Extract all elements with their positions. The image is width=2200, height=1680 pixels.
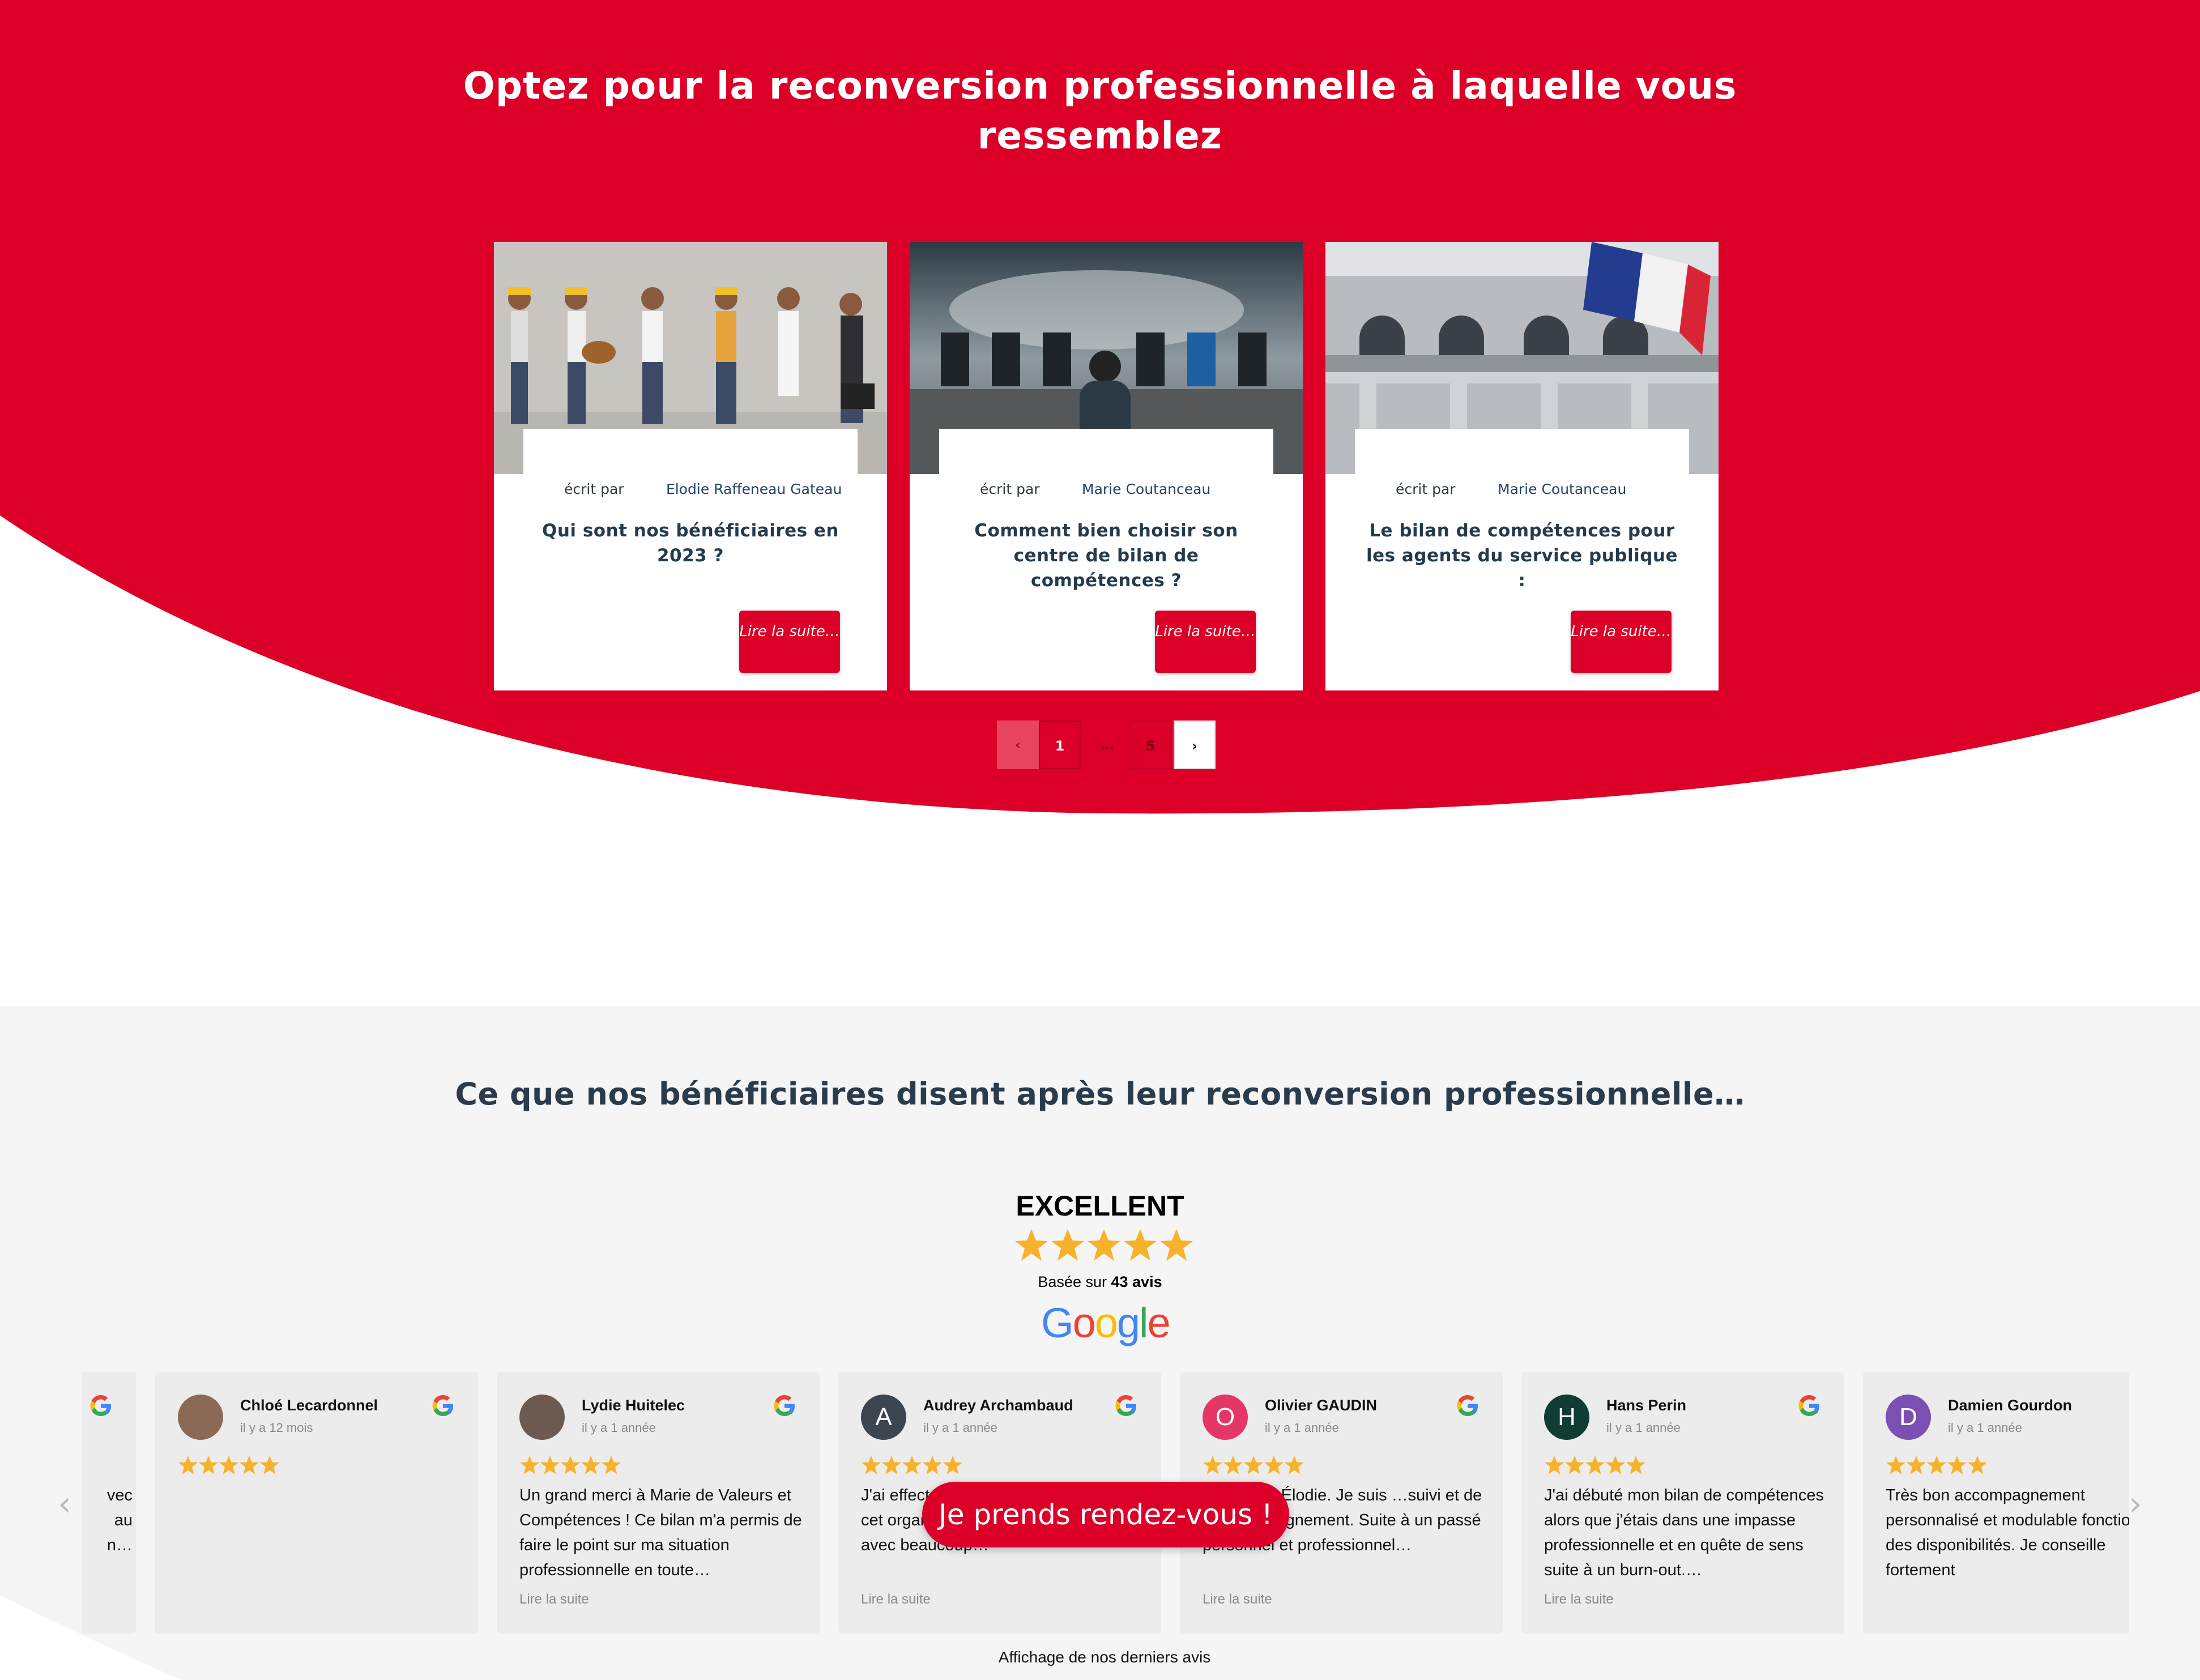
reviewer-name[interactable]: Olivier GAUDIN <box>1265 1397 1377 1414</box>
review-stars-icon <box>178 1456 279 1474</box>
google-g-icon <box>1457 1395 1478 1416</box>
avatar-initial: O <box>1215 1403 1235 1431</box>
author-link[interactable]: Elodie Raffeneau Gateau <box>666 481 842 497</box>
written-by-label: écrit par <box>1396 481 1456 497</box>
review-text-fragment: n… <box>106 1536 133 1554</box>
article-card[interactable]: écrit par Elodie Raffeneau Gateau Qui so… <box>494 242 887 690</box>
article-card[interactable]: écrit par Marie Coutanceau Le bilan de c… <box>1325 242 1719 690</box>
rating-stars-icon <box>1015 1229 1193 1261</box>
read-more-link[interactable]: Lire la suite <box>1203 1592 1272 1607</box>
pagination-page-1[interactable]: 1 <box>1039 720 1081 769</box>
reviewer-name[interactable]: Hans Perin <box>1606 1397 1686 1414</box>
reviewer-name[interactable]: Lydie Huitelec <box>582 1397 685 1414</box>
review-card-partial[interactable]: vec au n… <box>82 1372 136 1634</box>
review-date: il y a 1 année <box>923 1421 997 1435</box>
review-stars-icon <box>1203 1456 1304 1474</box>
review-stars-icon <box>1545 1456 1645 1474</box>
article-title[interactable]: Comment bien choisir son centre de bilan… <box>949 518 1263 593</box>
review-text <box>178 1483 461 1583</box>
review-date: il y a 1 année <box>1948 1421 2022 1435</box>
review-card[interactable]: H Hans Perin il y a 1 année J'ai débuté mon… <box>1521 1372 1844 1634</box>
based-prefix: Basée sur <box>1038 1273 1107 1290</box>
review-date: il y a 1 année <box>1606 1421 1681 1435</box>
avatar-initial: H <box>1558 1403 1576 1431</box>
reviewer-avatar: O <box>1203 1395 1248 1440</box>
google-g-icon <box>1798 1395 1819 1416</box>
google-g-icon <box>774 1395 795 1416</box>
reviewer-name[interactable]: Audrey Archambaud <box>923 1397 1073 1414</box>
review-card[interactable]: Chloé Lecardonnel il y a 12 mois <box>155 1372 478 1634</box>
author-link[interactable]: Marie Coutanceau <box>1498 481 1626 497</box>
rating-label: EXCELLENT <box>1016 1190 1184 1222</box>
reviews-footer-note: Affichage de nos derniers avis <box>998 1648 1211 1666</box>
page: Optez pour la reconversion professionnel… <box>0 0 2200 1680</box>
avatar-initial: D <box>1899 1403 1917 1431</box>
reviews-title: Ce que nos bénéficiaires disent après le… <box>455 1076 1745 1112</box>
review-text-fragment: vec <box>106 1486 133 1504</box>
review-date: il y a 1 année <box>582 1421 656 1435</box>
pagination-prev-button[interactable]: ‹ <box>997 720 1039 769</box>
read-more-button[interactable]: Lire la suite… <box>1155 611 1256 673</box>
read-more-link[interactable]: Lire la suite <box>1544 1592 1614 1607</box>
carousel-prev-arrow-icon[interactable]: ‹ <box>58 1484 71 1524</box>
reviewer-avatar: H <box>1544 1395 1589 1440</box>
review-text-fragment: au <box>114 1511 133 1529</box>
review-stars-icon <box>520 1456 621 1474</box>
review-stars-icon <box>862 1456 962 1474</box>
google-g-icon <box>1115 1395 1136 1416</box>
review-stars-icon <box>1886 1456 1987 1474</box>
reviewer-avatar: D <box>1886 1395 1931 1440</box>
review-date: il y a 1 année <box>1265 1421 1339 1435</box>
pagination-page-last[interactable]: 5 <box>1129 720 1171 769</box>
read-more-button[interactable]: Lire la suite… <box>1571 611 1672 673</box>
review-card[interactable]: D Damien Gourdon il y a 1 année Très bon ac… <box>1863 1372 2129 1634</box>
google-logo: Google <box>1041 1299 1171 1346</box>
reviewer-avatar <box>519 1395 565 1440</box>
hero-title: Optez pour la reconversion professionnel… <box>463 64 1737 157</box>
reviewer-avatar: A <box>861 1395 906 1440</box>
google-g-icon <box>90 1395 111 1416</box>
review-card[interactable]: Lydie Huitelec il y a 1 année Un grand mer… <box>497 1372 820 1634</box>
pagination-divider <box>494 713 1717 714</box>
read-more-button[interactable]: Lire la suite… <box>739 611 840 673</box>
written-by-label: écrit par <box>980 481 1040 497</box>
reviewer-name[interactable]: Damien Gourdon <box>1948 1397 2072 1414</box>
article-meta: écrit par Elodie Raffeneau Gateau <box>523 429 858 508</box>
written-by-label: écrit par <box>564 481 624 497</box>
review-count: 43 avis <box>1111 1273 1162 1290</box>
based-on-count: Basée sur 43 avis <box>963 1273 1237 1291</box>
author-link[interactable]: Marie Coutanceau <box>1082 481 1210 497</box>
book-appointment-button[interactable]: Je prends rendez-vous ! <box>922 1482 1289 1547</box>
read-more-link[interactable]: Lire la suite <box>861 1592 931 1607</box>
article-meta: écrit par Marie Coutanceau <box>1355 429 1689 508</box>
pagination-next-button[interactable]: › <box>1174 720 1216 769</box>
reviewer-name[interactable]: Chloé Lecardonnel <box>240 1397 378 1414</box>
pagination-ellipsis: … <box>1086 720 1128 769</box>
review-text: Un grand merci à Marie de Valeurs et Com… <box>519 1486 802 1579</box>
carousel-next-arrow-icon[interactable]: › <box>2129 1484 2142 1524</box>
article-title[interactable]: Le bilan de compétences pour les agents … <box>1365 518 1679 593</box>
review-text: J'ai débuté mon bilan de compétences alo… <box>1544 1486 1824 1579</box>
avatar-initial: A <box>875 1403 892 1431</box>
article-card[interactable]: écrit par Marie Coutanceau Comment bien … <box>910 242 1303 690</box>
article-title[interactable]: Qui sont nos bénéficiaires en 2023 ? <box>534 518 847 568</box>
review-text: Très bon accompagnement personnalisé et … <box>1886 1486 2129 1579</box>
article-meta: écrit par Marie Coutanceau <box>939 429 1273 508</box>
read-more-link[interactable]: Lire la suite <box>519 1592 589 1607</box>
google-g-icon <box>432 1395 453 1416</box>
reviewer-avatar <box>178 1395 223 1440</box>
review-date: il y a 12 mois <box>240 1421 313 1435</box>
